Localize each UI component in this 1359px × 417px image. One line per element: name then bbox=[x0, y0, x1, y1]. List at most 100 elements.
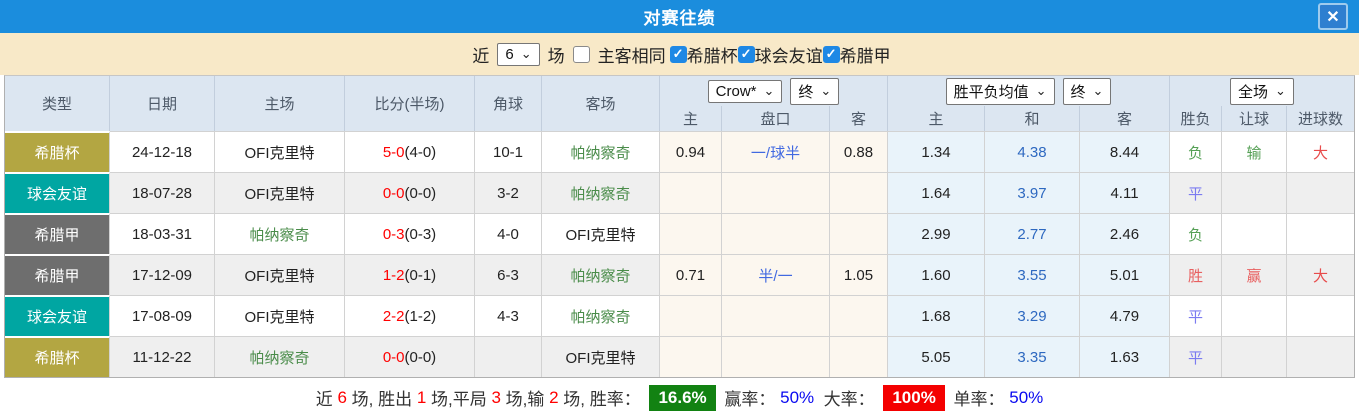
filter-bar: 近 6 ⌄ 场 主客相同 ✓希腊杯✓球会友谊✓希腊甲 bbox=[0, 33, 1359, 75]
table-row: 希腊甲18-03-31帕纳察奇0-3(0-3)4-0OFI克里特2.992.77… bbox=[5, 213, 1354, 254]
odds-type-select[interactable]: 胜平负均值 ⌄ bbox=[946, 78, 1055, 105]
close-button[interactable]: ✕ bbox=[1318, 3, 1348, 30]
handicap-line-cell bbox=[722, 213, 830, 254]
page-title: 对赛往绩 bbox=[644, 4, 716, 29]
subheader-handicap-home: 主 bbox=[660, 106, 722, 131]
competition-filter: ✓希腊甲 bbox=[823, 42, 891, 67]
score-full: 0-0 bbox=[383, 349, 405, 366]
type-cell: 希腊甲 bbox=[5, 254, 110, 295]
recent-label-prefix: 近 bbox=[472, 42, 489, 67]
date-cell: 18-07-28 bbox=[110, 172, 215, 213]
summary-text: 3 bbox=[491, 388, 500, 408]
col-header-away: 客场 bbox=[542, 76, 660, 131]
odds-away-cell: 4.79 bbox=[1080, 295, 1170, 336]
corner-cell: 3-2 bbox=[475, 172, 542, 213]
table-row: 希腊杯24-12-18OFI克里特5-0(4-0)10-1帕纳察奇0.94一/球… bbox=[5, 131, 1354, 172]
type-cell: 球会友谊 bbox=[5, 295, 110, 336]
competition-filter: ✓希腊杯 bbox=[670, 42, 738, 67]
table-row: 希腊杯11-12-22帕纳察奇0-0(0-0)OFI克里特5.053.351.6… bbox=[5, 336, 1354, 377]
score-full: 0-3 bbox=[383, 226, 405, 243]
recent-count-select[interactable]: 6 ⌄ bbox=[497, 43, 539, 66]
corner-cell: 10-1 bbox=[475, 131, 542, 172]
chevron-down-icon: ⌄ bbox=[521, 50, 532, 58]
competition-filters: ✓希腊杯✓球会友谊✓希腊甲 bbox=[670, 42, 891, 67]
summary-text: 场, 胜出 bbox=[347, 385, 417, 410]
bookmaker-time-value: 终 bbox=[798, 81, 813, 102]
subheader-odds-away: 客 bbox=[1080, 106, 1170, 131]
subheader-handicap-line: 盘口 bbox=[722, 106, 830, 131]
summary-text: 近 bbox=[316, 385, 338, 410]
summary-text: 1 bbox=[417, 388, 426, 408]
score-full: 2-2 bbox=[383, 308, 405, 325]
chevron-down-icon: ⌄ bbox=[1036, 87, 1047, 95]
handicap-away-odds-cell: 0.88 bbox=[830, 131, 888, 172]
bookmaker-select[interactable]: Crow* ⌄ bbox=[708, 80, 783, 103]
odds-draw-cell: 3.55 bbox=[985, 254, 1080, 295]
handicap-home-odds-cell bbox=[660, 295, 722, 336]
scope-select[interactable]: 全场 ⌄ bbox=[1230, 78, 1294, 105]
table-header: 类型 日期 主场 比分(半场) 角球 客场 Crow* ⌄ 终 ⌄ 胜平负均值 … bbox=[5, 76, 1354, 131]
score-cell: 1-2(0-1) bbox=[345, 254, 475, 295]
col-header-date: 日期 bbox=[110, 76, 215, 131]
score-half: (1-2) bbox=[405, 308, 437, 325]
goals-cell: 大 bbox=[1287, 131, 1354, 172]
handicap-result-cell bbox=[1222, 213, 1287, 254]
col-header-score: 比分(半场) bbox=[345, 76, 475, 131]
table-row: 球会友谊18-07-28OFI克里特0-0(0-0)3-2帕纳察奇1.643.9… bbox=[5, 172, 1354, 213]
corner-cell bbox=[475, 336, 542, 377]
handicap-line-cell bbox=[722, 295, 830, 336]
date-cell: 24-12-18 bbox=[110, 131, 215, 172]
score-half: (0-0) bbox=[405, 185, 437, 202]
competition-checkbox[interactable]: ✓ bbox=[823, 46, 840, 63]
odds-time-select[interactable]: 终 ⌄ bbox=[1063, 78, 1112, 105]
score-cell: 5-0(4-0) bbox=[345, 131, 475, 172]
subheader-handicap-result: 让球 bbox=[1222, 106, 1287, 131]
odds-home-cell: 5.05 bbox=[888, 336, 985, 377]
summary-text: 场, 胜率： bbox=[559, 385, 646, 410]
summary-badge: 16.6% bbox=[649, 385, 715, 411]
type-cell: 球会友谊 bbox=[5, 172, 110, 213]
type-cell: 希腊杯 bbox=[5, 336, 110, 377]
summary-text: 场,平局 bbox=[426, 385, 491, 410]
handicap-home-odds-cell bbox=[660, 336, 722, 377]
chevron-down-icon: ⌄ bbox=[1275, 87, 1286, 95]
home-team-cell: OFI克里特 bbox=[215, 254, 345, 295]
away-team-cell: 帕纳察奇 bbox=[542, 172, 660, 213]
handicap-away-odds-cell bbox=[830, 213, 888, 254]
summary-text: 场,输 bbox=[501, 385, 549, 410]
result-cell: 胜 bbox=[1170, 254, 1222, 295]
handicap-line-cell: 一/球半 bbox=[722, 131, 830, 172]
bookmaker-time-select[interactable]: 终 ⌄ bbox=[790, 78, 839, 105]
chevron-down-icon: ⌄ bbox=[764, 87, 775, 95]
handicap-away-odds-cell bbox=[830, 336, 888, 377]
home-team-cell: OFI克里特 bbox=[215, 131, 345, 172]
odds-draw-cell: 2.77 bbox=[985, 213, 1080, 254]
competition-checkbox[interactable]: ✓ bbox=[670, 46, 687, 63]
competition-filter: ✓球会友谊 bbox=[738, 42, 823, 67]
summary-bar: 近 6 场, 胜出 1 场,平局 3 场,输 2 场, 胜率： 16.6% 赢率… bbox=[4, 378, 1355, 417]
competition-label: 希腊杯 bbox=[687, 42, 738, 67]
result-cell: 平 bbox=[1170, 336, 1222, 377]
odds-home-cell: 1.60 bbox=[888, 254, 985, 295]
odds-home-cell: 1.64 bbox=[888, 172, 985, 213]
chevron-down-icon: ⌄ bbox=[1093, 87, 1104, 95]
date-cell: 17-08-09 bbox=[110, 295, 215, 336]
bookmaker-select-value: Crow* bbox=[716, 83, 757, 100]
odds-time-value: 终 bbox=[1071, 81, 1086, 102]
summary-badge: 100% bbox=[883, 385, 944, 411]
date-cell: 17-12-09 bbox=[110, 254, 215, 295]
score-half: (4-0) bbox=[405, 144, 437, 161]
goals-cell bbox=[1287, 213, 1354, 254]
handicap-away-odds-cell bbox=[830, 172, 888, 213]
summary-text: 大率： bbox=[814, 385, 879, 410]
competition-checkbox[interactable]: ✓ bbox=[738, 46, 755, 63]
handicap-home-odds-cell: 0.71 bbox=[660, 254, 722, 295]
handicap-line-cell: 半/一 bbox=[722, 254, 830, 295]
odds-away-cell: 5.01 bbox=[1080, 254, 1170, 295]
competition-label: 球会友谊 bbox=[755, 42, 823, 67]
handicap-result-cell: 赢 bbox=[1222, 254, 1287, 295]
same-venue-checkbox[interactable] bbox=[573, 46, 590, 63]
chevron-down-icon: ⌄ bbox=[820, 87, 831, 95]
score-half: (0-3) bbox=[405, 226, 437, 243]
col-header-home: 主场 bbox=[215, 76, 345, 131]
